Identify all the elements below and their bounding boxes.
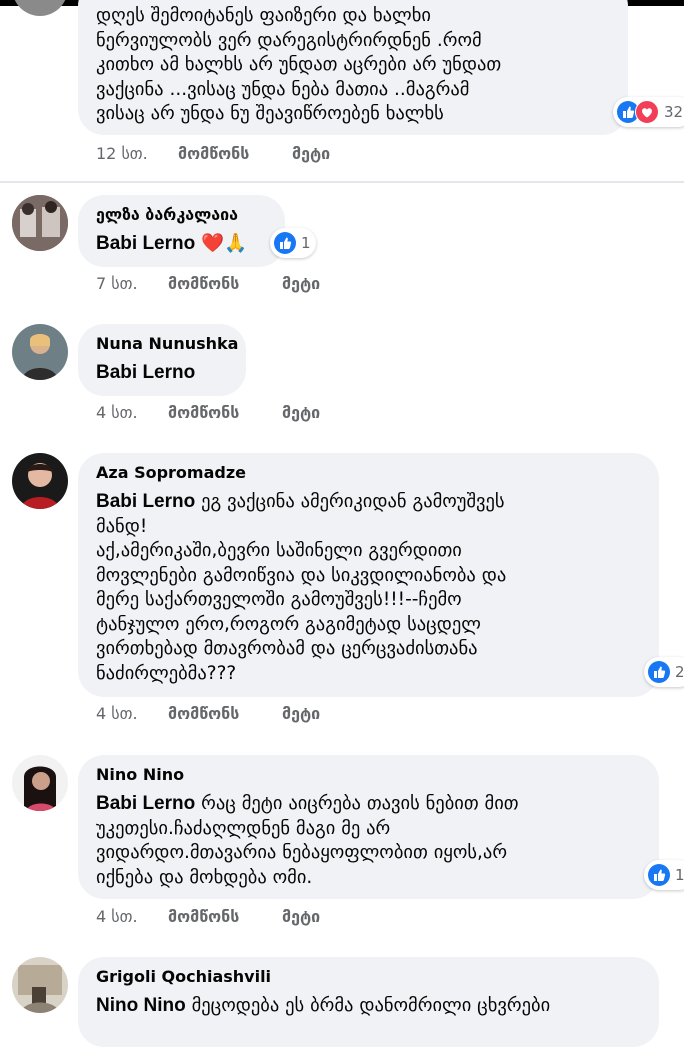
love-icon [635,100,659,124]
comment-text-line: მანდ! [96,515,148,537]
comment-bubble: Aza Sopromadze Babi Lerno ეგ ვაქცინა ამე… [78,453,659,697]
comment-text-line: Babi Lerno რაც მეტი აიცრება თავის ნებით … [96,793,519,814]
more-link[interactable]: მეტი [292,144,330,163]
comment-text-line: აქ,ამერიკაში,ბევრი საშინელი გვერდითი [96,540,462,561]
comment-time[interactable]: 4 სთ. [96,403,138,422]
comment-bubble: Nuna Nunushka Babi Lerno [78,324,246,396]
comment-text-line: ვაქცინა ...ვისაც უნდა ნება მათია ..მაგრა… [96,78,470,100]
comment-text-line: კითხო ამ ხალხს არ უნდათ აცრები არ უნდათ [96,54,502,75]
mention-link[interactable]: Babi Lerno [96,793,195,814]
like-link[interactable]: მომწონს [168,274,239,293]
like-link[interactable]: მომწონს [168,704,239,723]
avatar[interactable] [12,755,68,811]
more-link[interactable]: მეტი [282,403,320,422]
comment-text-line: უკეთესი.ჩაძაღლდნენ მაგი მე არ [96,817,391,839]
like-icon [648,864,670,886]
comment-text-line: ვირთხებად მთავრობამ და ცერცვაძისთანა [96,638,478,659]
reaction-summary[interactable]: 2 [644,657,684,687]
comment-time[interactable]: 4 სთ. [96,907,138,926]
mention-link[interactable]: Babi Lerno [96,233,195,254]
mention-link[interactable]: Nino Nino [96,995,186,1016]
like-link[interactable]: მომწონს [168,907,239,926]
comment-bubble: Nino Nino Babi Lerno რაც მეტი აიცრება თა… [78,755,659,899]
comment-text-line: მერე საქართველოში გამოუშვეს!!!--ჩემო [96,589,462,610]
comment-text-line: Babi Lerno ეგ ვაქცინა ამერიკიდან გამოუშვ… [96,491,505,512]
more-link[interactable]: მეტი [282,907,320,926]
more-link[interactable]: მეტი [282,274,320,293]
comment-bubble: Grigoli Qochiashvili Nino Nino მეცოდება … [78,957,659,1047]
reaction-count: 32 [664,103,684,121]
avatar[interactable] [12,453,68,509]
comment-bubble: დღეს შემოიტანეს ფაიზერი და ხალხი ნერვიულ… [78,0,628,135]
section-divider [0,181,684,183]
comment-time[interactable]: 7 სთ. [96,274,138,293]
comment-text-line: დღეს შემოიტანეს ფაიზერი და ხალხი [96,5,431,26]
comment-text-line: Nino Nino მეცოდება ეს ბრმა დანომრილი ცხვ… [96,995,551,1016]
commenter-name[interactable]: ელზა ბარკალაია [96,205,238,224]
commenter-name[interactable]: Nuna Nunushka [96,334,238,353]
comment-text-line: იქნება და მოხდება ომი. [96,866,313,888]
emoji-text: ❤️🙏 [201,233,248,254]
comment-text: Babi Lerno [96,361,195,386]
comment-time[interactable]: 12 სთ. [96,144,148,163]
comment-text: Babi Lerno ❤️🙏 [96,232,247,257]
reaction-count: 2 [675,663,684,681]
like-link[interactable]: მომწონს [178,144,249,163]
avatar[interactable] [12,324,68,380]
commenter-name[interactable]: Grigoli Qochiashvili [96,967,271,986]
like-link[interactable]: მომწონს [168,403,239,422]
comment-time[interactable]: 4 სთ. [96,704,138,723]
commenter-name[interactable]: Aza Sopromadze [96,463,246,482]
comment-text-line: მოვლენები გამოიწვია და სიკვდილიანობა და [96,564,507,586]
avatar[interactable] [12,0,68,16]
comment-text-line: ნაძირლებმა??? [96,662,237,684]
reaction-summary[interactable]: 1 [644,860,684,890]
comment-bubble: ელზა ბარკალაია Babi Lerno ❤️🙏 [78,195,285,267]
like-icon [648,661,670,683]
reaction-summary[interactable]: 32 [613,97,684,127]
reaction-summary[interactable]: 1 [270,228,316,258]
mention-link[interactable]: Babi Lerno [96,362,195,383]
avatar[interactable] [12,195,68,251]
like-icon [274,232,296,254]
reaction-count: 1 [301,234,311,252]
reaction-count: 1 [675,866,684,884]
avatar[interactable] [12,957,68,1013]
more-link[interactable]: მეტი [282,704,320,723]
comment-text-line: ვიდარდო.მთავარია ნებაყოფლობით იყოს,არ [96,842,508,863]
comment-text-line: ტანჯულო ერო,როგორ გაგიმეტად საცდელ [96,613,481,635]
comment-text-line: ვისაც არ უნდა ნუ შეავიწროებენ ხალხს [96,103,444,124]
mention-link[interactable]: Babi Lerno [96,491,195,512]
comment-text-line: ნერვიულობს ვერ დარეგისტრირდნენ .რომ [96,29,482,51]
commenter-name[interactable]: Nino Nino [96,765,184,784]
